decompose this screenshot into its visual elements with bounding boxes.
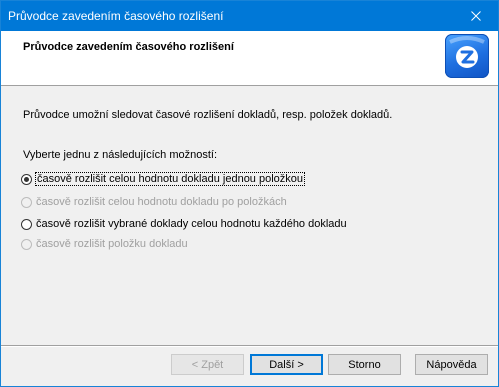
help-button[interactable]: Nápověda	[415, 354, 488, 375]
radio-icon	[21, 196, 32, 208]
choose-label: Vyberte jednu z následujících možností:	[23, 149, 218, 161]
window-title: Průvodce zavedením časového rozlišení	[8, 9, 224, 23]
wizard-window: Průvodce zavedením časového rozlišení Pr…	[0, 0, 499, 387]
intro-text: Průvodce umožní sledovat časové rozlišen…	[23, 109, 393, 121]
option-selected-documents[interactable]: časově rozlišit vybrané doklady celou ho…	[21, 216, 347, 232]
wizard-header: Průvodce zavedením časového rozlišení	[1, 31, 498, 86]
radio-checked-icon[interactable]	[21, 173, 32, 185]
radio-icon[interactable]	[21, 218, 32, 230]
close-icon	[471, 11, 481, 21]
option-label: časově rozlišit celou hodnotu dokladu po…	[36, 196, 287, 208]
cancel-button[interactable]: Storno	[328, 354, 401, 375]
header-title: Průvodce zavedením časového rozlišení	[23, 41, 234, 53]
z-logo-icon	[445, 34, 489, 78]
radio-icon	[21, 238, 32, 250]
option-whole-document-one-item[interactable]: časově rozlišit celou hodnotu dokladu je…	[21, 171, 306, 187]
option-label: časově rozlišit položku dokladu	[36, 238, 188, 250]
close-button[interactable]	[454, 1, 498, 31]
next-button[interactable]: Další >	[250, 354, 323, 375]
option-document-item: časově rozlišit položku dokladu	[21, 236, 188, 252]
back-button[interactable]: < Zpět	[171, 354, 244, 375]
title-bar[interactable]: Průvodce zavedením časového rozlišení	[1, 1, 498, 31]
option-label: časově rozlišit celou hodnotu dokladu je…	[34, 172, 306, 186]
option-label: časově rozlišit vybrané doklady celou ho…	[36, 218, 347, 230]
footer-divider	[1, 345, 498, 347]
option-whole-document-per-item: časově rozlišit celou hodnotu dokladu po…	[21, 194, 287, 210]
